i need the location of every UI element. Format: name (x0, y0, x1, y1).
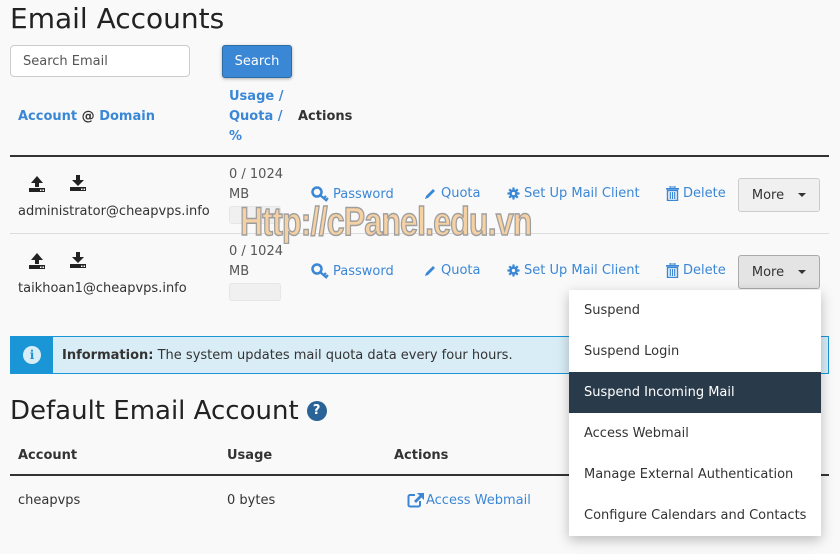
more-label: More (751, 264, 785, 280)
delete-label: Delete (683, 263, 726, 278)
actions-header: Actions (298, 109, 353, 124)
pencil-icon (425, 188, 435, 199)
menu-item-access-webmail[interactable]: Access Webmail (569, 413, 821, 454)
usage-value: 0 / 1024 MB (229, 165, 283, 205)
password-link[interactable]: Password (311, 263, 394, 279)
watermark: Http://cPanel.edu.vn (239, 199, 533, 245)
external-link-icon (407, 493, 424, 508)
at-symbol: @ (81, 109, 95, 124)
setup-mail-client-link[interactable]: Set Up Mail Client (507, 186, 640, 201)
trash-icon (666, 263, 679, 278)
usage-unit: MB (229, 187, 250, 202)
info-icon-panel: i (11, 337, 53, 373)
menu-item-suspend-login[interactable]: Suspend Login (569, 331, 821, 372)
page-title: Email Accounts (10, 2, 225, 35)
password-link[interactable]: Password (311, 186, 394, 202)
usage-header-line: Usage / (229, 89, 284, 104)
usage-amount: 0 / 1024 (229, 167, 283, 182)
table-header-divider (10, 155, 829, 157)
info-icon: i (23, 346, 41, 364)
menu-item-suspend-incoming-mail[interactable]: Suspend Incoming Mail (569, 372, 821, 413)
trash-icon (666, 186, 679, 201)
help-icon[interactable]: ? (306, 401, 327, 421)
more-button[interactable]: More (738, 178, 820, 212)
quota-label: Quota (441, 186, 481, 201)
quota-label: Quota (441, 263, 481, 278)
menu-item-suspend[interactable]: Suspend (569, 290, 821, 331)
default-account-header: Account (18, 448, 78, 463)
usage-progress-bar (229, 283, 281, 301)
default-actions-header: Actions (394, 448, 449, 463)
section-title: Default Email Account (10, 396, 299, 426)
default-usage-header: Usage (227, 448, 273, 463)
sort-account-link[interactable]: Account (18, 109, 77, 124)
account-email: taikhoan1@cheapvps.info (18, 281, 187, 296)
account-domain-header: Account @ Domain (18, 107, 155, 127)
caret-down-icon (798, 270, 807, 274)
setup-label: Set Up Mail Client (524, 263, 640, 278)
pencil-icon (425, 265, 435, 276)
access-webmail-link[interactable]: Access Webmail (407, 492, 531, 508)
info-message: Information: The system updates mail quo… (62, 348, 513, 363)
upload-icon[interactable] (28, 252, 46, 270)
search-button[interactable]: Search (222, 45, 292, 78)
password-label: Password (333, 263, 394, 279)
setup-mail-client-link[interactable]: Set Up Mail Client (507, 263, 640, 278)
key-icon (311, 186, 329, 202)
default-account-name: cheapvps (18, 493, 81, 508)
download-icon[interactable] (69, 251, 87, 269)
usage-amount: 0 / 1024 (229, 244, 283, 259)
usage-value: 0 / 1024 MB (229, 242, 283, 282)
quota-link[interactable]: Quota (423, 186, 481, 201)
gear-icon (507, 264, 520, 277)
download-icon[interactable] (69, 174, 87, 192)
info-label: Information: (62, 347, 154, 363)
upload-icon[interactable] (28, 175, 46, 193)
usage-progress-bar (229, 206, 281, 224)
delete-label: Delete (683, 186, 726, 201)
sort-usage-header[interactable]: Usage / Quota / % (229, 87, 283, 147)
more-dropdown-menu: Suspend Suspend Login Suspend Incoming M… (569, 290, 821, 536)
quota-link[interactable]: Quota (423, 263, 481, 278)
key-icon (311, 263, 329, 279)
setup-label: Set Up Mail Client (524, 186, 640, 201)
usage-unit: MB (229, 264, 250, 279)
password-label: Password (333, 186, 394, 202)
info-text: The system updates mail quota data every… (157, 347, 513, 363)
default-account-usage: 0 bytes (227, 493, 276, 508)
menu-item-configure-calendars[interactable]: Configure Calendars and Contacts (569, 495, 821, 536)
caret-down-icon (798, 193, 807, 197)
percent-header-line: % (229, 129, 243, 144)
delete-link[interactable]: Delete (666, 263, 726, 278)
account-email: administrator@cheapvps.info (18, 204, 210, 219)
search-email-input[interactable] (10, 45, 190, 77)
delete-link[interactable]: Delete (666, 186, 726, 201)
row-divider (10, 233, 829, 234)
more-button[interactable]: More (738, 255, 820, 289)
more-label: More (751, 187, 785, 203)
gear-icon (507, 187, 520, 200)
quota-header-line: Quota / (229, 109, 283, 124)
menu-item-manage-external-auth[interactable]: Manage External Authentication (569, 454, 821, 495)
access-webmail-label: Access Webmail (426, 492, 531, 508)
default-account-title: Default Email Account ? (10, 393, 327, 429)
sort-domain-link[interactable]: Domain (99, 109, 155, 124)
